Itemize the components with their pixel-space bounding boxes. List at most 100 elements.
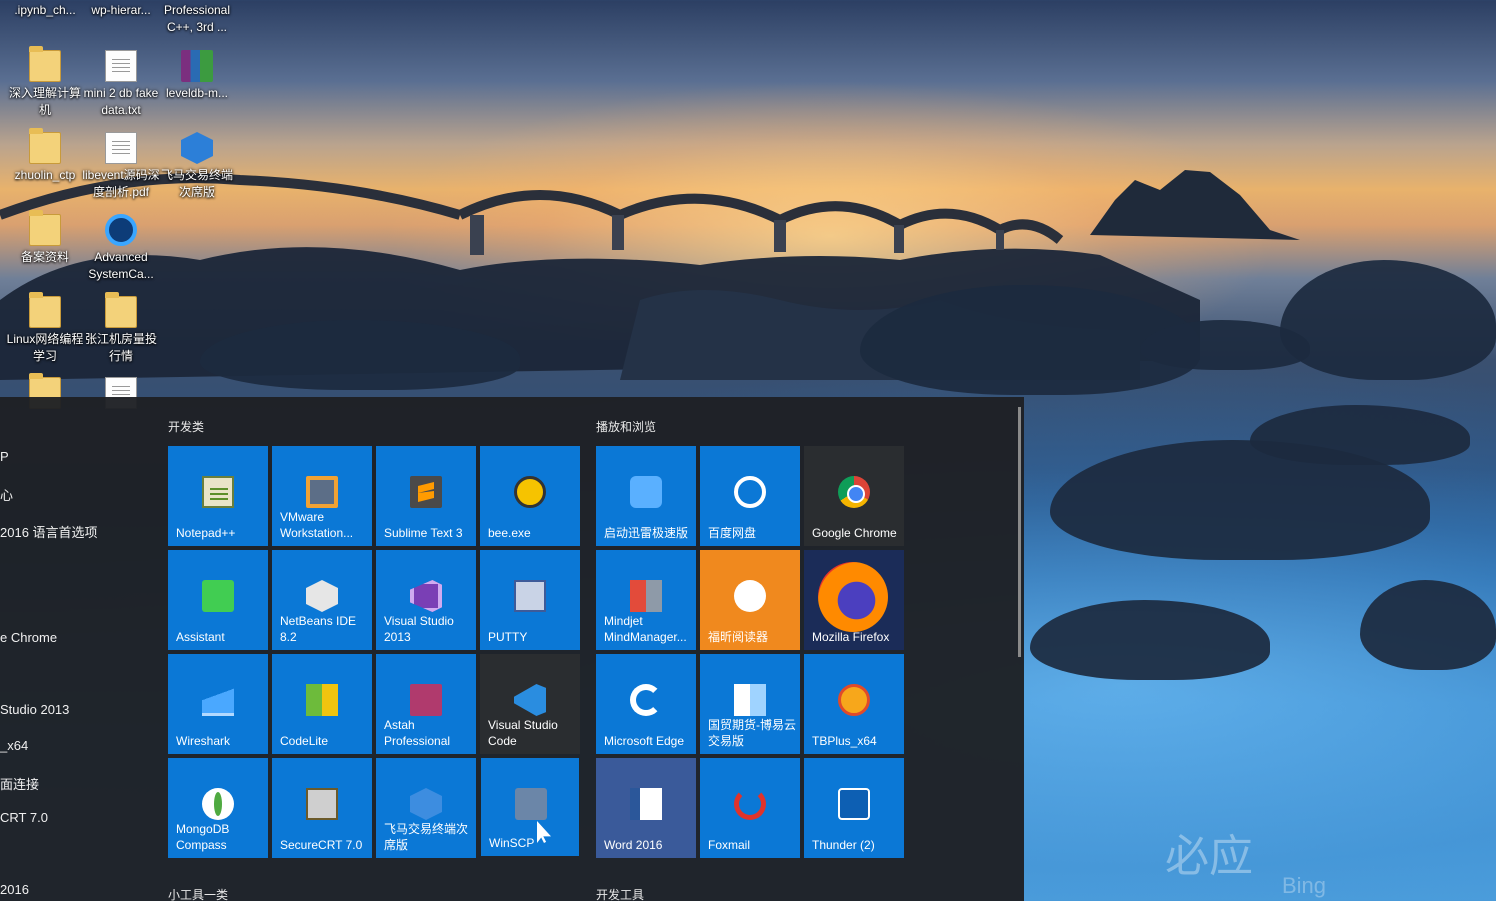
tile-notepadpp[interactable]: Notepad++ — [168, 446, 268, 546]
tile-vmware[interactable]: VMware Workstation... — [272, 446, 372, 546]
desktop-icon[interactable]: 备案资料 — [6, 210, 84, 266]
tile-group-title-tools[interactable]: 小工具一类 — [168, 886, 228, 901]
tile-sublime[interactable]: Sublime Text 3 — [376, 446, 476, 546]
desktop-icon-label: 飞马交易终端次席版 — [160, 168, 233, 199]
app-list-item[interactable]: _x64 — [0, 738, 28, 753]
tile-chrome[interactable]: Google Chrome — [804, 446, 904, 546]
folder-icon — [105, 292, 137, 328]
securecrt-icon — [306, 788, 338, 820]
tile-mongodb-compass[interactable]: MongoDB Compass — [168, 758, 268, 858]
desktop-icon[interactable]: leveldb-m... — [158, 50, 236, 102]
wireshark-icon — [202, 684, 234, 716]
app-list-item[interactable]: P — [0, 449, 9, 464]
tile-visual-studio-2013[interactable]: Visual Studio 2013 — [376, 550, 476, 650]
bee-icon — [514, 476, 546, 508]
qt-icon — [202, 580, 234, 612]
tile-foxmail[interactable]: Foxmail — [700, 758, 800, 858]
feima-app-icon — [181, 132, 213, 164]
tile-label: Microsoft Edge — [604, 734, 685, 748]
tile-tbplus[interactable]: TBPlus_x64 — [804, 654, 904, 754]
netbeans-icon — [306, 580, 338, 612]
tile-wireshark[interactable]: Wireshark — [168, 654, 268, 754]
desktop-icon[interactable]: .ipynb_ch... — [6, 2, 84, 19]
desktop-icon-label: 深入理解计算机 — [8, 86, 81, 117]
tile-qt-assistant[interactable]: Assistant — [168, 550, 268, 650]
folder-icon — [29, 292, 61, 328]
tile-boyi[interactable]: 国贸期货-博易云交易版 — [700, 654, 800, 754]
tile-label: Notepad++ — [176, 526, 236, 540]
start-menu-scrollbar[interactable] — [1018, 407, 1021, 657]
notepad-icon — [202, 476, 234, 508]
app-list-item[interactable]: 心 — [0, 485, 13, 504]
tile-feima[interactable]: 飞马交易终端次席版 — [376, 758, 476, 858]
tile-bee[interactable]: bee.exe — [480, 446, 580, 546]
desktop-icon[interactable]: Advanced SystemCa... — [82, 214, 160, 283]
tile-putty[interactable]: PUTTY — [480, 550, 580, 650]
tile-label: VMware Workstation... — [280, 510, 354, 540]
tile-baidu-pan[interactable]: 百度网盘 — [700, 446, 800, 546]
app-list-item[interactable]: 2016 — [0, 882, 29, 897]
desktop-icon-label: .ipynb_ch... — [14, 3, 76, 17]
firefox-icon — [818, 562, 888, 632]
mongodb-icon — [202, 788, 234, 820]
visual-studio-icon — [410, 580, 442, 612]
tile-label: 国贸期货-博易云交易版 — [708, 718, 796, 748]
desktop-icon[interactable]: 张江机房量投行情 — [82, 292, 160, 365]
tile-label: 百度网盘 — [708, 526, 757, 540]
tile-foxit[interactable]: 福昕阅读器 — [700, 550, 800, 650]
desktop-icon-label: leveldb-m... — [165, 86, 229, 100]
folder-icon — [29, 210, 61, 246]
tile-word[interactable]: Word 2016 — [596, 758, 696, 858]
tile-group-title-devtools[interactable]: 开发工具 — [596, 886, 644, 901]
desktop-icon[interactable]: 飞马交易终端次席版 — [158, 132, 236, 201]
mindjet-icon — [630, 580, 662, 612]
app-list-item[interactable]: e Chrome — [0, 630, 57, 645]
app-list-item[interactable]: CRT 7.0 — [0, 810, 48, 825]
tile-label: Word 2016 — [604, 838, 663, 852]
desktop-icon[interactable]: Professional C++, 3rd ... — [158, 2, 236, 36]
tile-group-title-dev[interactable]: 开发类 — [168, 418, 204, 435]
tile-edge[interactable]: Microsoft Edge — [596, 654, 696, 754]
winscp-icon — [515, 788, 547, 820]
archive-icon — [181, 50, 213, 82]
vscode-icon — [514, 684, 546, 716]
desktop-icon[interactable]: Linux网络编程学习 — [6, 292, 84, 365]
tile-label: TBPlus_x64 — [812, 734, 877, 748]
desktop-icon[interactable]: zhuolin_ctp — [6, 128, 84, 184]
app-list-item[interactable]: 面连接 — [0, 774, 39, 793]
wallpaper-rock — [200, 320, 520, 390]
desktop-icon[interactable]: wp-hierar... — [82, 2, 160, 19]
boyi-icon — [734, 684, 766, 716]
desktop-icon[interactable]: mini 2 db fake data.txt — [82, 50, 160, 119]
start-app-list: P 心 2016 语言首选项 e Chrome Studio 2013 _x64… — [0, 397, 160, 901]
tile-astah[interactable]: Astah Professional — [376, 654, 476, 754]
tile-label: CodeLite — [280, 734, 329, 748]
tile-label: PUTTY — [488, 630, 528, 644]
tile-label: WinSCP — [489, 836, 535, 850]
tile-netbeans[interactable]: NetBeans IDE 8.2 — [272, 550, 372, 650]
tile-label: SecureCRT 7.0 — [280, 838, 363, 852]
tile-codelite[interactable]: CodeLite — [272, 654, 372, 754]
tile-vscode[interactable]: Visual Studio Code — [480, 654, 580, 754]
tile-label: 飞马交易终端次席版 — [384, 822, 469, 852]
folder-icon — [29, 46, 61, 82]
tile-securecrt[interactable]: SecureCRT 7.0 — [272, 758, 372, 858]
tile-label: Foxmail — [708, 838, 751, 852]
tile-group-title-media[interactable]: 播放和浏览 — [596, 418, 656, 435]
tile-winscp[interactable]: WinSCP — [481, 758, 579, 856]
sublime-icon — [410, 476, 442, 508]
tile-xunlei[interactable]: 启动迅雷极速版 — [596, 446, 696, 546]
app-list-item[interactable]: 2016 语言首选项 — [0, 522, 98, 541]
tile-mindjet[interactable]: Mindjet MindManager... — [596, 550, 696, 650]
desktop-icon[interactable]: libevent源码深度剖析.pdf — [82, 132, 160, 201]
tile-firefox[interactable]: Mozilla Firefox — [804, 550, 904, 650]
edge-icon — [630, 684, 662, 716]
tile-thunder[interactable]: Thunder (2) — [804, 758, 904, 858]
chrome-icon — [838, 476, 870, 508]
desktop-icon-label: zhuolin_ctp — [14, 168, 76, 182]
tile-label: bee.exe — [488, 526, 531, 540]
tile-label: Mindjet MindManager... — [604, 614, 687, 644]
tile-label: MongoDB Compass — [176, 822, 230, 852]
desktop-icon[interactable]: 深入理解计算机 — [6, 46, 84, 119]
app-list-item[interactable]: Studio 2013 — [0, 702, 69, 717]
